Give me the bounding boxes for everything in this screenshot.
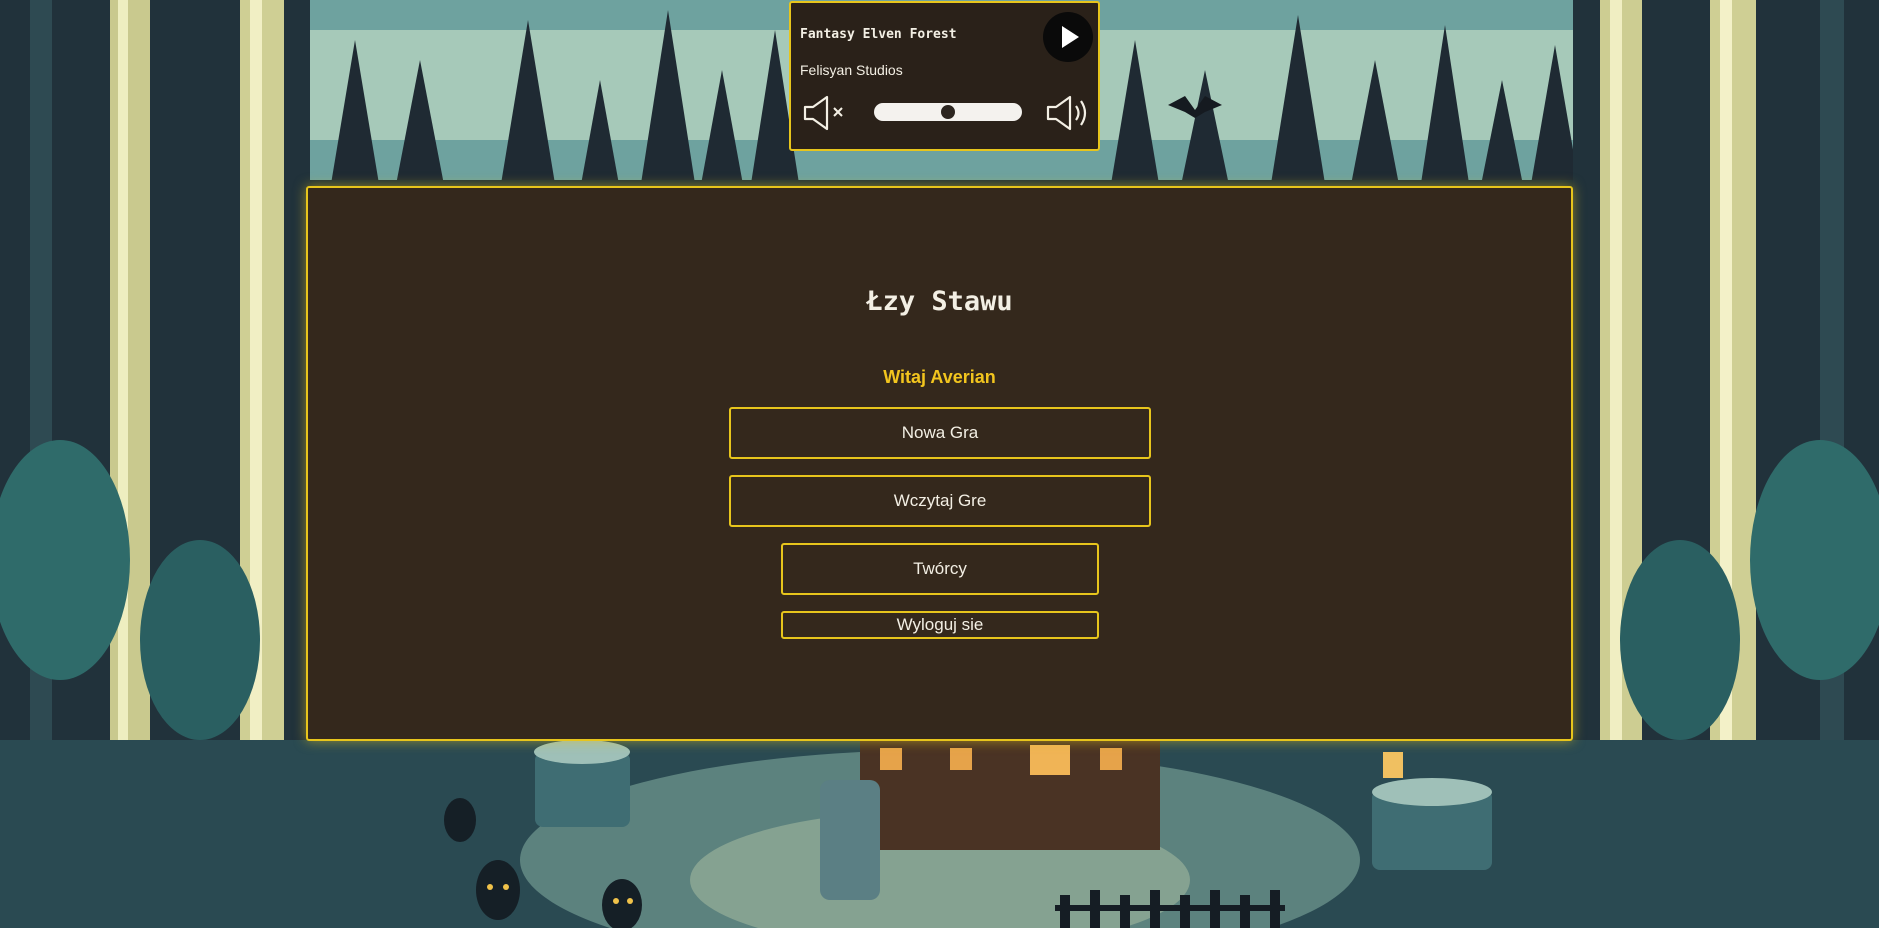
new-game-button[interactable]: Nowa Gra <box>729 407 1151 459</box>
main-menu-panel: Łzy Stawu Witaj Averian Nowa Gra Wczytaj… <box>306 186 1573 741</box>
speaker-muted-icon[interactable] <box>803 94 851 132</box>
play-button[interactable] <box>1043 12 1093 62</box>
speaker-loud-icon[interactable] <box>1046 94 1094 132</box>
game-title: Łzy Stawu <box>866 286 1013 317</box>
load-game-button[interactable]: Wczytaj Gre <box>729 475 1151 527</box>
track-title: Fantasy Elven Forest <box>800 27 957 42</box>
logout-button[interactable]: Wyloguj sie <box>781 611 1099 639</box>
track-artist: Felisyan Studios <box>800 62 903 78</box>
welcome-message: Witaj Averian <box>883 367 996 387</box>
play-icon <box>1062 26 1079 48</box>
volume-slider-thumb[interactable] <box>940 104 956 120</box>
volume-slider[interactable] <box>874 103 1022 121</box>
music-player: Fantasy Elven Forest Felisyan Studios <box>789 1 1100 151</box>
credits-button[interactable]: Twórcy <box>781 543 1099 595</box>
